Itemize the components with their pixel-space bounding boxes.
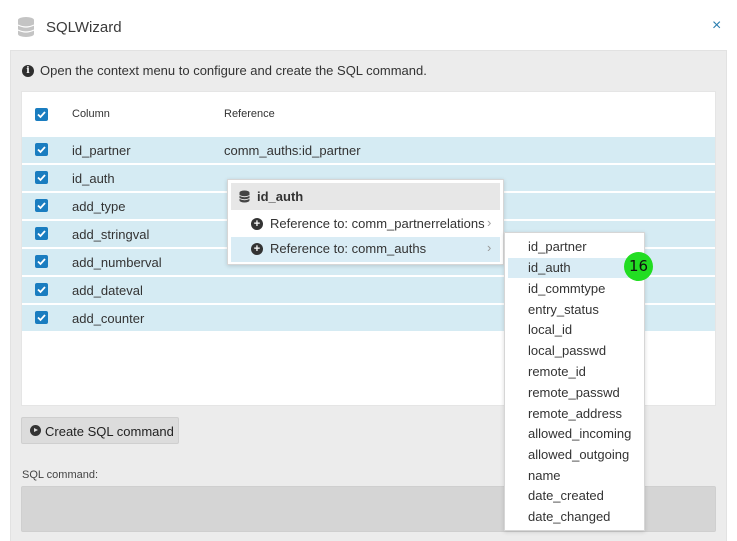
plus-circle-icon: + bbox=[251, 243, 263, 255]
check-icon bbox=[37, 230, 46, 238]
sql-command-label: SQL command: bbox=[22, 469, 99, 481]
chevron-right-icon: › bbox=[487, 240, 492, 255]
row-checkbox[interactable] bbox=[35, 255, 48, 268]
submenu-item[interactable]: allowed_outgoing bbox=[508, 445, 641, 465]
submenu-item[interactable]: date_changed bbox=[508, 507, 641, 527]
database-icon bbox=[17, 17, 35, 37]
row-checkbox[interactable] bbox=[35, 143, 48, 156]
play-icon bbox=[30, 425, 41, 436]
window-title: SQLWizard bbox=[46, 19, 122, 36]
submenu-item[interactable]: remote_id bbox=[508, 362, 641, 382]
submenu-item[interactable]: name bbox=[508, 466, 641, 486]
submenu-item[interactable]: remote_address bbox=[508, 404, 641, 424]
database-icon bbox=[239, 190, 250, 203]
select-all-checkbox[interactable] bbox=[35, 108, 48, 121]
close-icon[interactable]: × bbox=[712, 16, 721, 36]
column-cell: add_counter bbox=[72, 311, 145, 326]
check-icon bbox=[37, 314, 46, 322]
context-menu-header: id_auth bbox=[231, 183, 500, 210]
create-sql-label: Create SQL command bbox=[45, 424, 174, 439]
submenu-item[interactable]: local_id bbox=[508, 320, 641, 340]
submenu-item-label: allowed_incoming bbox=[528, 426, 632, 441]
submenu-item-label: remote_passwd bbox=[528, 385, 620, 400]
menu-item-reference-comm-auths[interactable]: + Reference to: comm_auths › bbox=[231, 237, 500, 262]
plus-circle-icon: + bbox=[251, 218, 263, 230]
check-icon bbox=[37, 258, 46, 266]
check-icon bbox=[37, 174, 46, 182]
submenu-item-label: name bbox=[528, 468, 561, 483]
create-sql-button[interactable]: Create SQL command bbox=[21, 417, 179, 444]
menu-item-label: Reference to: comm_auths bbox=[270, 241, 427, 256]
submenu-item-label: remote_id bbox=[528, 364, 586, 379]
submenu-item-label: id_partner bbox=[528, 239, 587, 254]
check-icon bbox=[37, 146, 46, 154]
row-checkbox[interactable] bbox=[35, 283, 48, 296]
submenu-item[interactable]: entry_status bbox=[508, 300, 641, 320]
column-header[interactable]: Column bbox=[72, 108, 110, 120]
chevron-right-icon: › bbox=[487, 215, 492, 230]
submenu-item-label: entry_status bbox=[528, 302, 599, 317]
column-cell: add_numberval bbox=[72, 255, 162, 270]
submenu-item-label: allowed_outgoing bbox=[528, 447, 630, 462]
submenu-item[interactable]: id_commtype bbox=[508, 279, 641, 299]
row-checkbox[interactable] bbox=[35, 227, 48, 240]
menu-item-reference-comm-partnerrelations[interactable]: + Reference to: comm_partnerrelations › bbox=[231, 212, 500, 237]
submenu-item[interactable]: allowed_incoming bbox=[508, 424, 641, 444]
grid-header: Column Reference bbox=[22, 92, 715, 136]
submenu-item-label: local_passwd bbox=[528, 343, 607, 358]
reference-header[interactable]: Reference bbox=[224, 108, 275, 120]
menu-item-label: Reference to: comm_partnerrelations bbox=[270, 216, 485, 231]
submenu-item-label: local_id bbox=[528, 322, 573, 337]
check-icon bbox=[37, 111, 46, 119]
submenu-item[interactable]: local_passwd bbox=[508, 341, 641, 361]
info-icon: i bbox=[22, 65, 34, 77]
submenu-item-label: date_changed bbox=[528, 509, 611, 524]
title-bar: SQLWizard × bbox=[0, 0, 737, 50]
column-cell: id_auth bbox=[72, 171, 115, 186]
column-cell: add_dateval bbox=[72, 283, 143, 298]
submenu-item[interactable]: date_created bbox=[508, 486, 641, 506]
submenu-item[interactable]: remote_passwd bbox=[508, 383, 641, 403]
row-checkbox[interactable] bbox=[35, 171, 48, 184]
context-menu: id_auth + Reference to: comm_partnerrela… bbox=[227, 179, 504, 265]
check-icon bbox=[37, 202, 46, 210]
step-badge: 16 bbox=[624, 252, 653, 281]
submenu: id_partner id_auth id_commtype entry_sta… bbox=[504, 232, 645, 531]
reference-cell: comm_auths:id_partner bbox=[224, 143, 361, 158]
check-icon bbox=[37, 286, 46, 294]
row-checkbox[interactable] bbox=[35, 311, 48, 324]
column-cell: add_stringval bbox=[72, 227, 150, 242]
row-checkbox[interactable] bbox=[35, 199, 48, 212]
submenu-item-label: date_created bbox=[528, 488, 604, 503]
submenu-item-label: id_auth bbox=[528, 260, 571, 275]
submenu-item-label: id_commtype bbox=[528, 281, 606, 296]
submenu-item-highlighted[interactable]: id_auth bbox=[508, 258, 641, 278]
context-menu-title: id_auth bbox=[257, 189, 304, 204]
submenu-item-label: remote_address bbox=[528, 406, 622, 421]
table-row[interactable]: id_partner comm_auths:id_partner bbox=[22, 136, 715, 163]
submenu-item[interactable]: id_partner bbox=[508, 237, 641, 257]
column-cell: add_type bbox=[72, 199, 126, 214]
info-text: Open the context menu to configure and c… bbox=[40, 63, 427, 78]
column-cell: id_partner bbox=[72, 143, 131, 158]
